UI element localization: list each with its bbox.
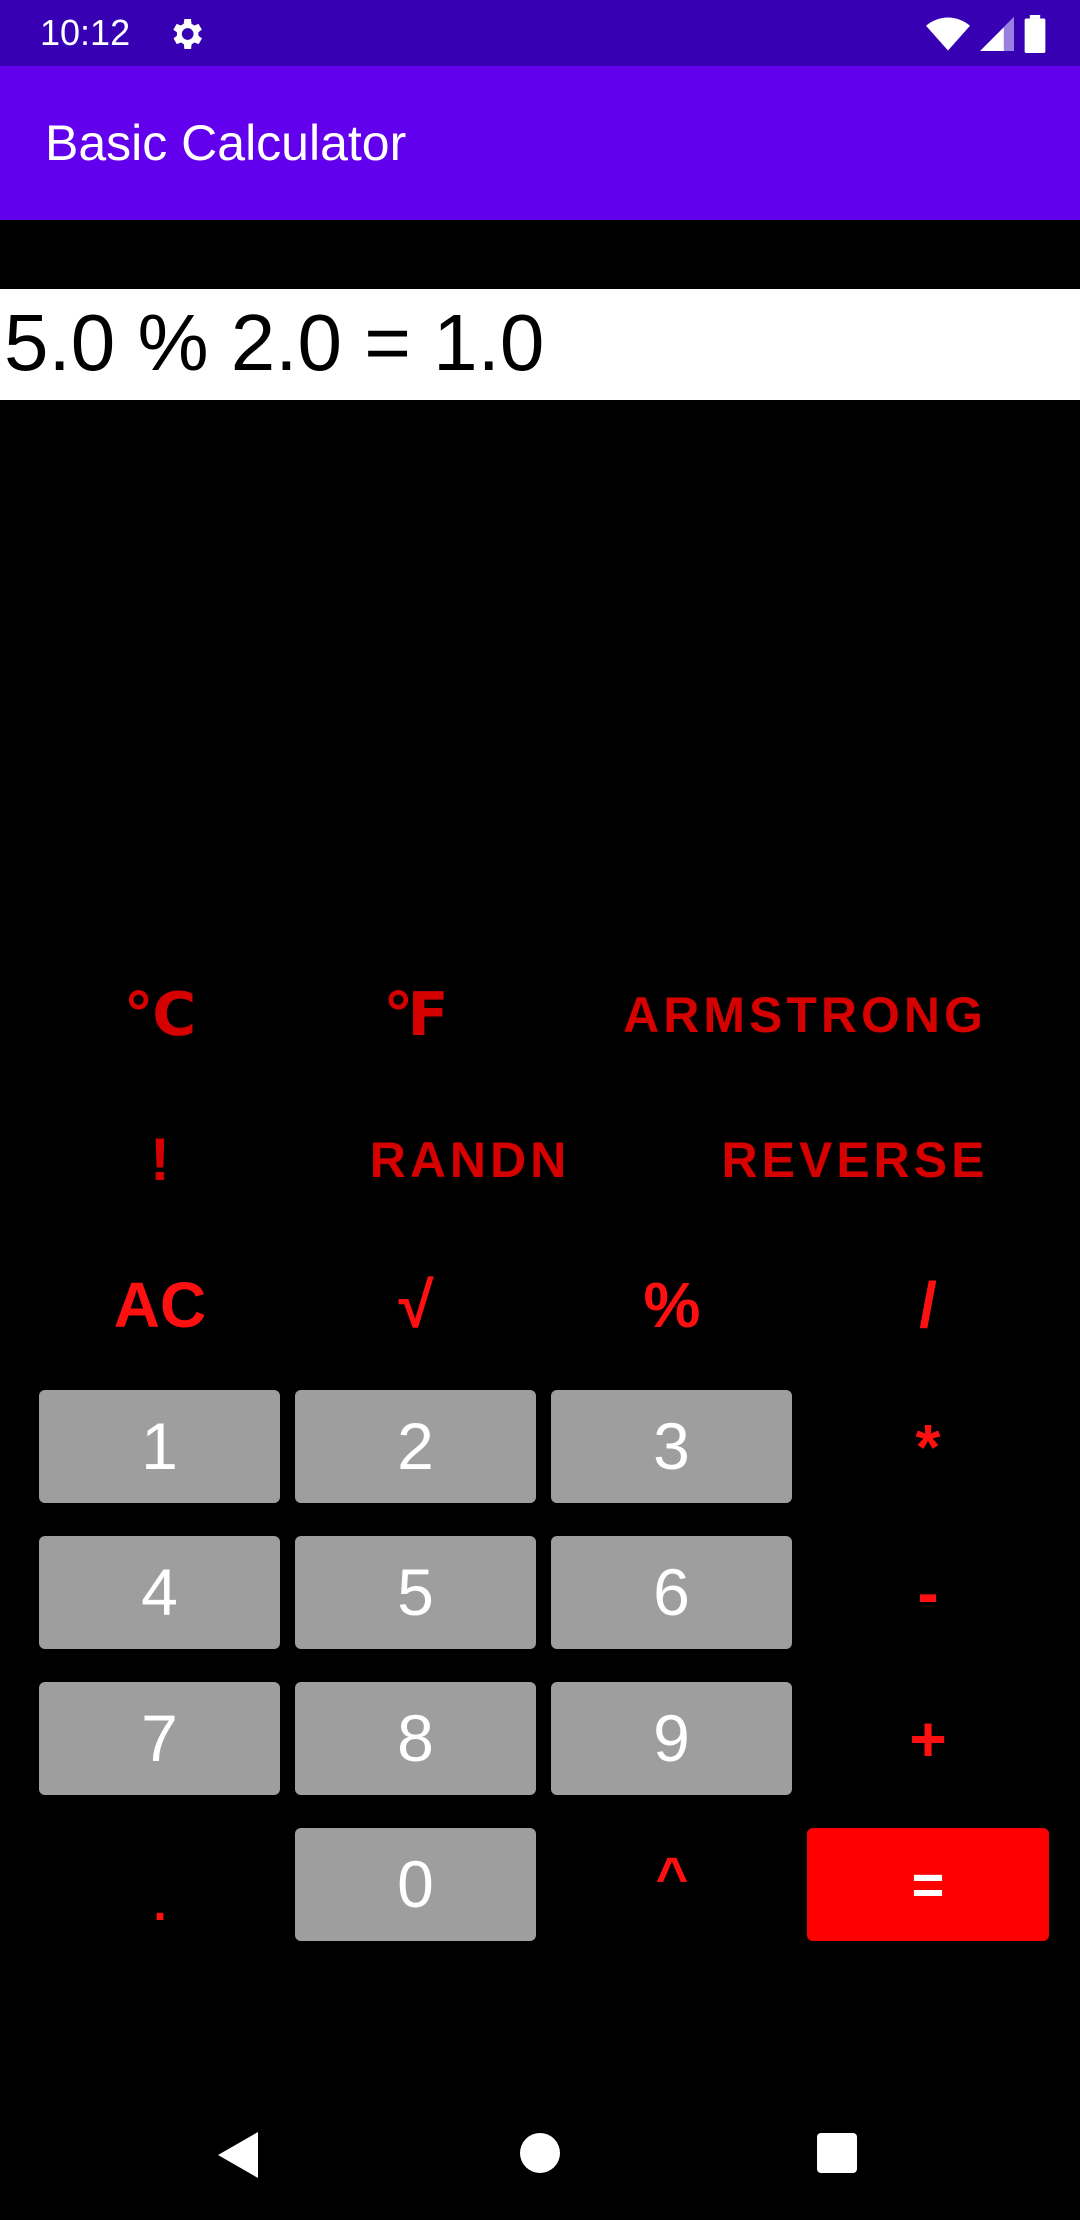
app-bar: Basic Calculator: [0, 66, 1080, 220]
recents-icon[interactable]: [817, 2133, 857, 2173]
digit-2-button[interactable]: 2: [295, 1390, 536, 1503]
celsius-button[interactable]: ℃: [40, 960, 280, 1070]
wifi-icon: [926, 17, 970, 51]
status-bar: 10:12: [0, 0, 1080, 66]
battery-icon: [1024, 15, 1046, 53]
back-icon[interactable]: [218, 2132, 258, 2178]
status-time: 10:12: [40, 12, 131, 53]
divide-button[interactable]: /: [808, 1250, 1048, 1360]
factorial-button[interactable]: !: [40, 1105, 280, 1215]
power-button[interactable]: ^: [552, 1822, 792, 1932]
sqrt-button[interactable]: √: [296, 1250, 536, 1360]
equals-button[interactable]: =: [807, 1828, 1049, 1941]
randn-button[interactable]: RANDN: [350, 1105, 590, 1215]
decimal-button[interactable]: .: [40, 1850, 280, 1960]
digit-5-button[interactable]: 5: [295, 1536, 536, 1649]
digit-0-button[interactable]: 0: [295, 1828, 536, 1941]
reverse-button[interactable]: REVERSE: [690, 1105, 1020, 1215]
fahrenheit-button[interactable]: ℉: [296, 960, 536, 1070]
clear-button[interactable]: AC: [40, 1250, 280, 1360]
multiply-button[interactable]: *: [808, 1392, 1048, 1502]
signal-icon: [980, 17, 1014, 51]
digit-8-button[interactable]: 8: [295, 1682, 536, 1795]
minus-button[interactable]: -: [808, 1538, 1048, 1648]
plus-button[interactable]: +: [808, 1684, 1048, 1794]
gear-icon: [173, 19, 202, 49]
digit-3-button[interactable]: 3: [551, 1390, 792, 1503]
armstrong-button[interactable]: ARMSTRONG: [590, 960, 1020, 1070]
app-title: Basic Calculator: [45, 115, 407, 171]
digit-6-button[interactable]: 6: [551, 1536, 792, 1649]
percent-button[interactable]: %: [552, 1250, 792, 1360]
navigation-bar: [0, 2090, 1080, 2220]
digit-7-button[interactable]: 7: [39, 1682, 280, 1795]
display-expression: 5.0 % 2.0 = 1.0: [4, 298, 545, 387]
digit-1-button[interactable]: 1: [39, 1390, 280, 1503]
result-display: 5.0 % 2.0 = 1.0: [0, 289, 1080, 400]
digit-9-button[interactable]: 9: [551, 1682, 792, 1795]
home-icon[interactable]: [520, 2133, 560, 2173]
digit-4-button[interactable]: 4: [39, 1536, 280, 1649]
